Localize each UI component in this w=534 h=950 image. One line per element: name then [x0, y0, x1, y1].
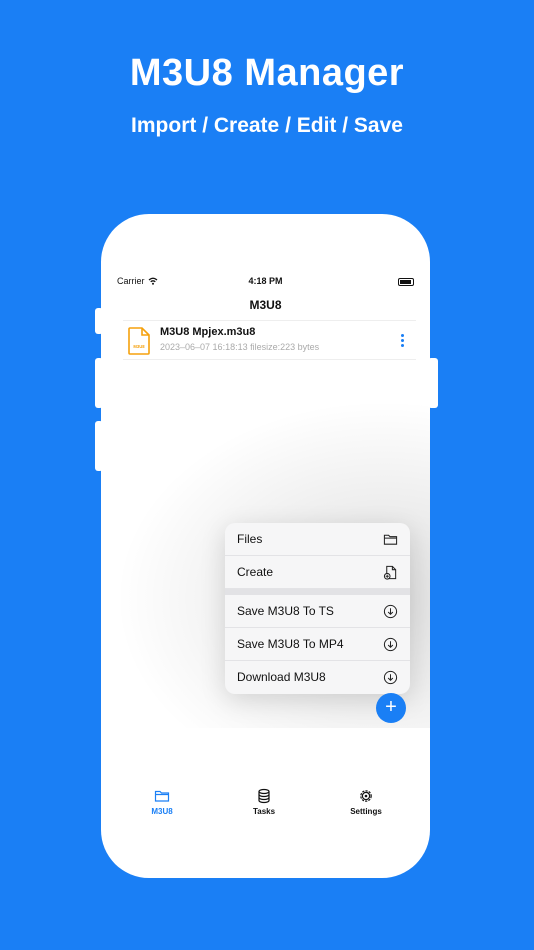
tab-bar: M3U8 Tasks Settings [101, 788, 430, 822]
file-name: M3U8 Mpjex.m3u8 [160, 326, 256, 338]
action-menu: Files Create Save M3U8 To TS Save M3U8 T… [225, 523, 410, 694]
database-icon [258, 788, 270, 804]
tab-tasks[interactable]: Tasks [229, 788, 299, 816]
more-options-icon[interactable] [396, 333, 408, 349]
m3u8-file-icon: M3U8 [128, 327, 150, 355]
status-bar: Carrier 4:18 PM [117, 276, 414, 290]
new-file-icon [383, 565, 397, 580]
download-circle-icon [383, 670, 398, 685]
tab-m3u8[interactable]: M3U8 [127, 788, 197, 816]
tab-label: M3U8 [151, 807, 173, 816]
battery-icon [398, 278, 414, 286]
hero-subtitle: Import / Create / Edit / Save [131, 114, 403, 137]
download-circle-icon [383, 637, 398, 652]
status-time: 4:18 PM [248, 276, 283, 286]
folder-icon [154, 790, 170, 802]
nav-title: M3U8 [249, 298, 282, 312]
file-list-item[interactable]: M3U8 M3U8 Mpjex.m3u8 2023–06–07 16:18:13… [123, 320, 416, 360]
menu-item-save-ts[interactable]: Save M3U8 To TS [225, 595, 410, 628]
menu-item-create[interactable]: Create [225, 556, 410, 589]
phone-screen: Carrier 4:18 PM M3U8 M3U8 M3U8 Mpjex.m3u… [101, 214, 430, 878]
folder-icon [383, 534, 398, 545]
tab-label: Tasks [252, 807, 276, 816]
hero-title: M3U8 Manager [129, 52, 405, 94]
menu-item-download-m3u8[interactable]: Download M3U8 [225, 661, 410, 694]
menu-item-save-mp4[interactable]: Save M3U8 To MP4 [225, 628, 410, 661]
add-fab-button[interactable]: + [376, 693, 406, 723]
file-icon-label: M3U8 [133, 344, 145, 349]
download-circle-icon [383, 604, 398, 619]
gear-icon [360, 790, 372, 802]
tab-label: Settings [350, 807, 382, 816]
tab-settings[interactable]: Settings [331, 788, 401, 816]
file-meta: 2023–06–07 16:18:13 filesize:223 bytes [160, 342, 320, 352]
menu-item-files[interactable]: Files [225, 523, 410, 556]
